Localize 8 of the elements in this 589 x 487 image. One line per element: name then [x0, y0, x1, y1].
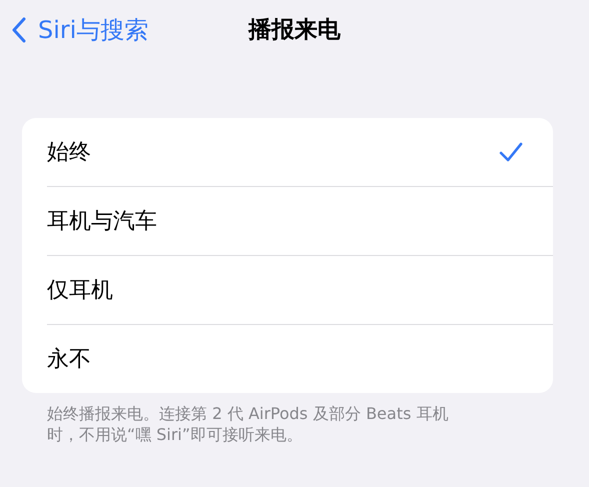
- page-title: 播报来电: [248, 16, 340, 45]
- option-row[interactable]: 仅耳机: [47, 256, 553, 325]
- option-row[interactable]: 始终: [47, 118, 553, 187]
- back-chevron-icon: [12, 16, 26, 42]
- option-row[interactable]: 永不: [47, 325, 553, 393]
- option-row[interactable]: 耳机与汽车: [47, 187, 553, 256]
- back-button[interactable]: Siri与搜索: [0, 14, 148, 46]
- footer-note: 始终播报来电。连接第 2 代 AirPods 及部分 Beats 耳机时，不用说“嘿 Siri”即可接听来电。: [47, 403, 450, 445]
